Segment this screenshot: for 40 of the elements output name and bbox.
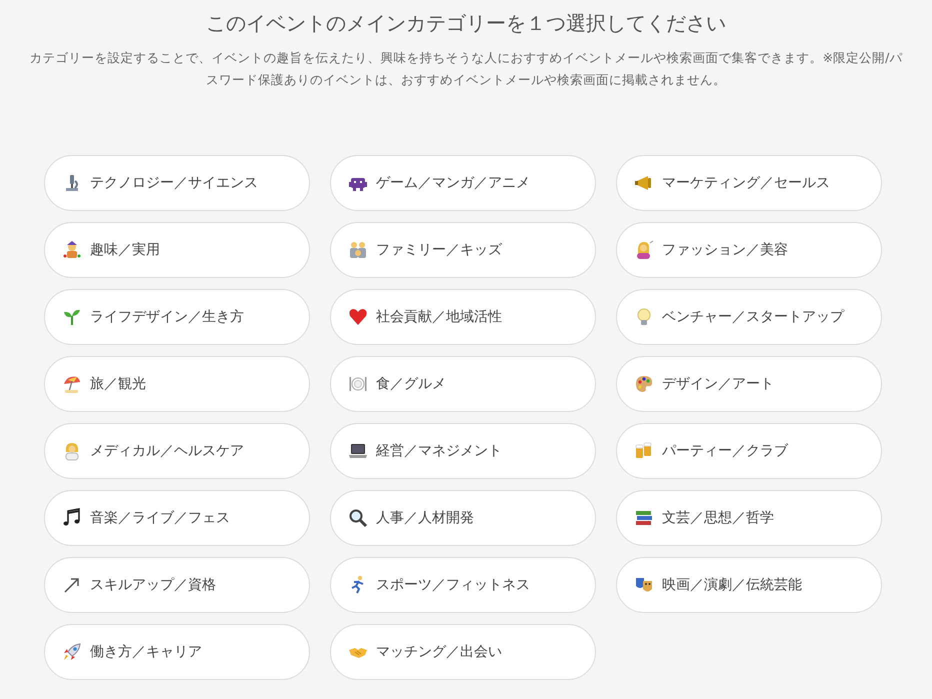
category-button[interactable]: 社会貢献／地域活性 (330, 289, 596, 345)
family-icon (348, 240, 368, 260)
category-button[interactable]: ファッション／美容 (616, 222, 882, 278)
description-text: カテゴリーを設定することで、イベントの趣旨を伝えたり、興味を持ちそうな人におすすめイベントメールや検索画面で集客できます。※限定公開/パスワード保護ありのイベントは、おすすめイベントメールや検索画面に掲載されません。 (28, 49, 904, 89)
category-button[interactable]: テクノロジー／サイエンス (44, 155, 310, 211)
category-button[interactable]: マーケティング／セールス (616, 155, 882, 211)
music-notes-icon (62, 508, 82, 528)
category-button[interactable]: 経営／マネジメント (330, 423, 596, 479)
plate-icon (348, 374, 368, 394)
seedling-icon (62, 307, 82, 327)
category-button[interactable]: 趣味／実用 (44, 222, 310, 278)
category-button[interactable]: 旅／観光 (44, 356, 310, 412)
category-button[interactable]: ゲーム／マンガ／アニメ (330, 155, 596, 211)
category-button[interactable]: メディカル／ヘルスケア (44, 423, 310, 479)
category-button[interactable]: 映画／演劇／伝統芸能 (616, 557, 882, 613)
category-button[interactable]: ライフデザイン／生き方 (44, 289, 310, 345)
search-icon (348, 508, 368, 528)
laptop-icon (348, 441, 368, 461)
category-button[interactable]: スキルアップ／資格 (44, 557, 310, 613)
palette-icon (634, 374, 654, 394)
umbrella-icon (62, 374, 82, 394)
books-icon (634, 508, 654, 528)
category-button[interactable]: マッチング／出会い (330, 624, 596, 680)
category-button[interactable]: 働き方／キャリア (44, 624, 310, 680)
category-button[interactable]: スポーツ／フィットネス (330, 557, 596, 613)
category-button[interactable]: パーティー／クラブ (616, 423, 882, 479)
category-button[interactable]: デザイン／アート (616, 356, 882, 412)
beer-mugs-icon (634, 441, 654, 461)
page-title: このイベントのメインカテゴリーを１つ選択してください (205, 10, 727, 37)
category-button[interactable]: ファミリー／キッズ (330, 222, 596, 278)
rocket-icon (62, 642, 82, 662)
heart-icon (348, 307, 368, 327)
person-icon (62, 240, 82, 260)
category-button[interactable]: 食／グルメ (330, 356, 596, 412)
category-button[interactable]: ベンチャー／スタートアップ (616, 289, 882, 345)
woman-icon (634, 240, 654, 260)
category-button[interactable]: 文芸／思想／哲学 (616, 490, 882, 546)
megaphone-icon (634, 173, 654, 193)
category-button[interactable]: 音楽／ライブ／フェス (44, 490, 310, 546)
category-button[interactable]: 人事／人材開発 (330, 490, 596, 546)
